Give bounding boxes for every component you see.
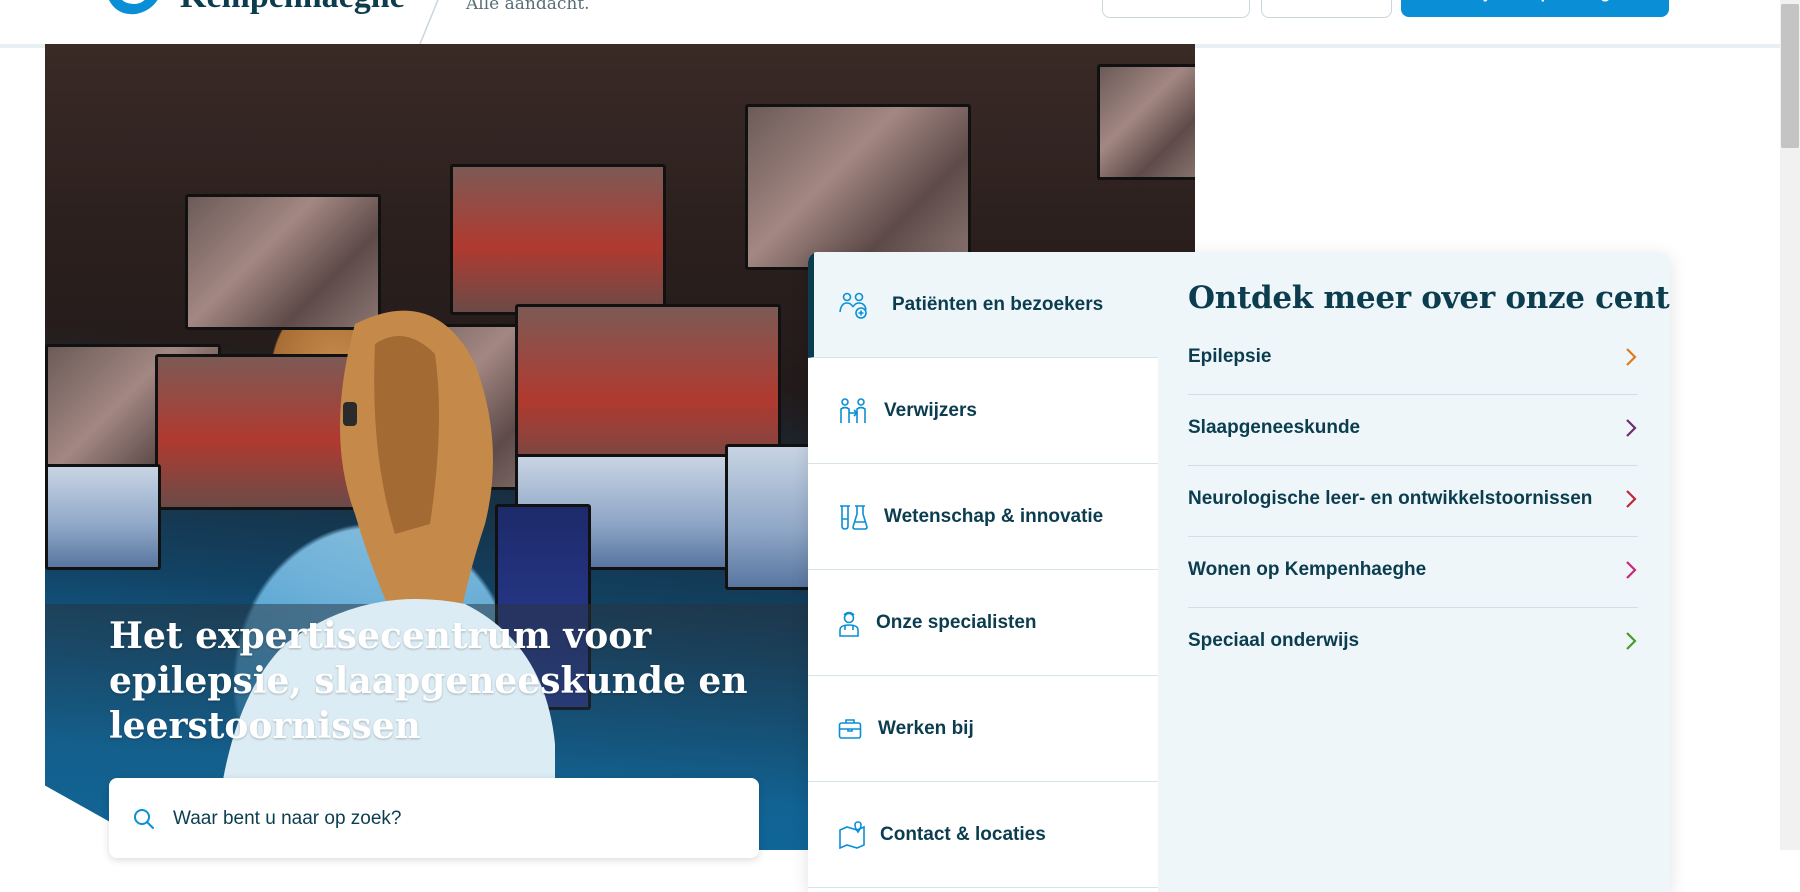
center-link-label: Neurologische leer- en ontwikkelstoornis…	[1188, 488, 1593, 509]
menu-item-label: Patiënten en bezoekers	[892, 293, 1104, 315]
mijn-kempenhaeghe-button[interactable]: Mijn Kempenhaeghe	[1401, 0, 1669, 17]
tagline: Alle aandacht.	[466, 0, 590, 14]
menu-item-patients[interactable]: Patiënten en bezoekers	[808, 252, 1158, 358]
search-icon[interactable]	[133, 808, 155, 830]
menu-item-jobs[interactable]: Werken bij	[808, 676, 1158, 782]
menu-item-label: Contact & locaties	[880, 823, 1046, 845]
menu-item-label: Onze specialisten	[876, 611, 1037, 633]
chevron-right-icon	[1626, 632, 1637, 650]
map-pin-icon	[839, 820, 865, 849]
center-link-label: Speciaal onderwijs	[1188, 630, 1360, 651]
center-link-wonen[interactable]: Wonen op Kempenhaeghe	[1188, 537, 1638, 608]
center-link-epilepsie[interactable]: Epilepsie	[1188, 324, 1638, 395]
center-link-label: Epilepsie	[1188, 346, 1272, 367]
header-button-1[interactable]	[1102, 0, 1250, 18]
menu-item-label: Werken bij	[878, 717, 974, 739]
chevron-right-icon	[1626, 419, 1637, 437]
center-link-onderwijs[interactable]: Speciaal onderwijs	[1188, 608, 1638, 678]
search-input[interactable]	[173, 804, 733, 834]
header-button-2[interactable]	[1261, 0, 1392, 18]
menu-item-contact[interactable]: Contact & locaties	[808, 782, 1158, 888]
site-header: Kempenhaeghe Alle aandacht. Mijn Kempenh…	[0, 0, 1780, 48]
chevron-right-icon	[1626, 561, 1637, 579]
photo-monitor	[1097, 64, 1195, 180]
patients-icon	[839, 292, 867, 319]
menu-item-label: Verwijzers	[884, 399, 977, 421]
photo-monitor	[745, 104, 971, 270]
center-link-neurologische[interactable]: Neurologische leer- en ontwikkelstoornis…	[1188, 466, 1638, 537]
menu-navigation: Patiënten en bezoekers Verwijzers Wetens…	[808, 252, 1159, 892]
chevron-right-icon	[1626, 490, 1637, 508]
mega-menu-panel: Patiënten en bezoekers Verwijzers Wetens…	[808, 252, 1670, 892]
center-link-label: Wonen op Kempenhaeghe	[1188, 559, 1427, 580]
hero-title: Het expertisecentrum voor epilepsie, sla…	[109, 615, 748, 747]
search-box[interactable]	[109, 778, 759, 858]
lab-flask-icon	[840, 504, 868, 530]
centers-section: Ontdek meer over onze centra Epilepsie S…	[1158, 252, 1670, 892]
photo-person	[215, 310, 555, 844]
center-link-slaapgeneeskunde[interactable]: Slaapgeneeskunde	[1188, 395, 1638, 466]
header-divider	[419, 0, 439, 44]
scrollbar-thumb[interactable]	[1781, 4, 1799, 148]
doctor-icon	[839, 611, 859, 637]
menu-item-science[interactable]: Wetenschap & innovatie	[808, 464, 1158, 570]
menu-item-label: Wetenschap & innovatie	[884, 505, 1104, 527]
logo-wordmark[interactable]: Kempenhaeghe	[180, 0, 405, 16]
referrers-icon	[840, 397, 866, 423]
centers-section-title: Ontdek meer over onze centra	[1188, 280, 1670, 316]
logo-icon[interactable]	[106, 0, 164, 18]
photo-monitor	[45, 464, 161, 570]
center-link-label: Slaapgeneeskunde	[1188, 417, 1361, 438]
menu-item-specialists[interactable]: Onze specialisten	[808, 570, 1158, 676]
menu-item-referrers[interactable]: Verwijzers	[808, 358, 1158, 464]
chevron-right-icon	[1626, 348, 1637, 366]
briefcase-icon	[838, 718, 862, 739]
